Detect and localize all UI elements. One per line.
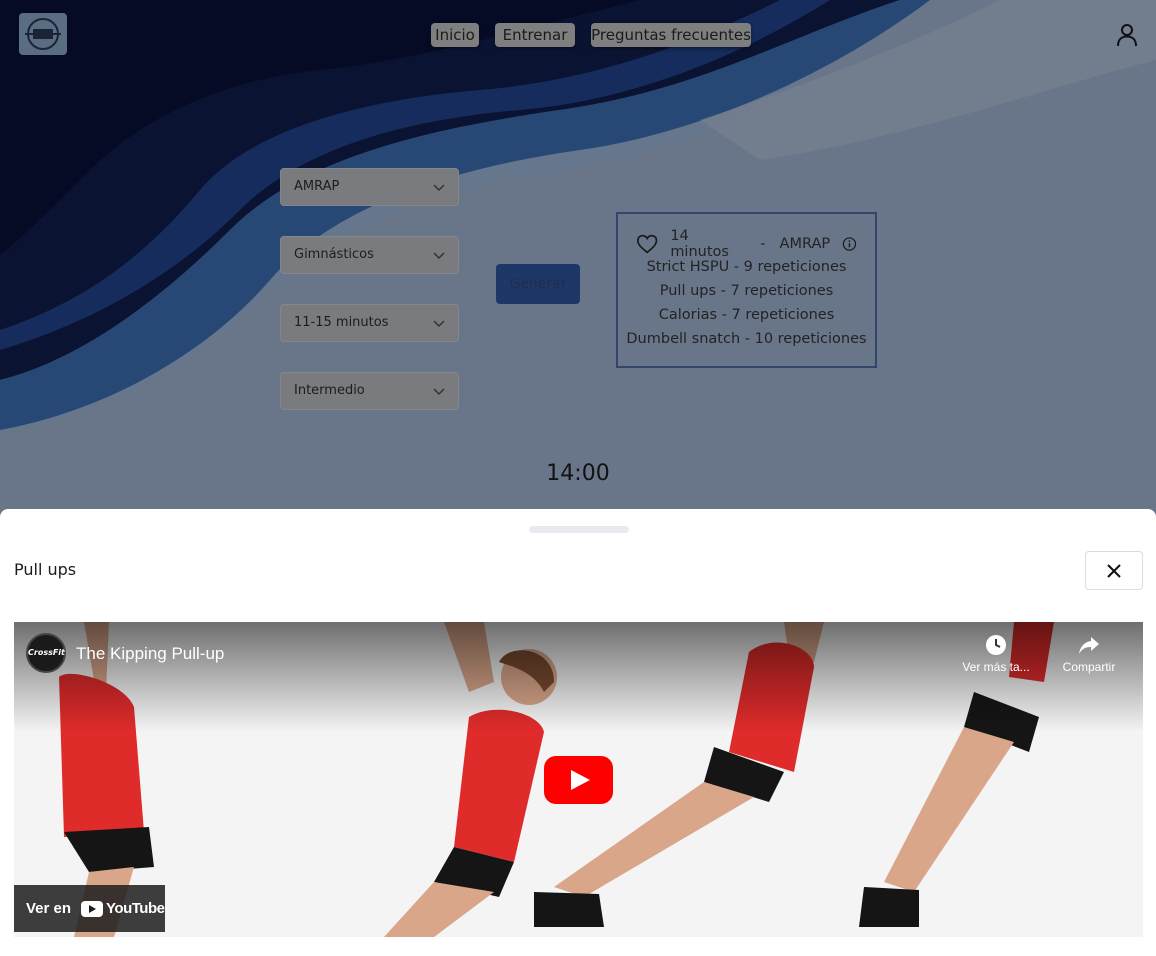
user-icon[interactable] bbox=[1114, 22, 1140, 48]
video-title[interactable]: The Kipping Pull-up bbox=[76, 644, 224, 664]
info-icon[interactable] bbox=[842, 236, 857, 252]
workout-duration: 14 minutos bbox=[670, 228, 729, 260]
share-icon bbox=[1079, 637, 1099, 654]
heart-icon[interactable] bbox=[636, 233, 658, 255]
youtube-logo-icon: YouTube bbox=[81, 900, 165, 917]
chevron-down-icon bbox=[433, 252, 445, 260]
clock-icon bbox=[986, 635, 1006, 655]
level-value: Intermedio bbox=[294, 383, 365, 398]
workout-header: 14 minutos - AMRAP bbox=[636, 228, 857, 260]
close-icon bbox=[1107, 563, 1121, 578]
workout-type: AMRAP bbox=[779, 236, 831, 252]
sheet-title: Pull ups bbox=[14, 560, 77, 579]
timer-display: 14:00 bbox=[546, 461, 610, 486]
exercise-item: Strict HSPU - 9 repeticiones bbox=[646, 259, 847, 275]
youtube-embed[interactable]: CrossFit The Kipping Pull-up Ver más ta.… bbox=[14, 622, 1143, 937]
nav-entrenar[interactable]: Entrenar bbox=[495, 23, 575, 47]
generate-button[interactable]: Generar bbox=[496, 264, 580, 304]
chevron-down-icon bbox=[433, 320, 445, 328]
exercise-item: Calorias - 7 repeticiones bbox=[658, 307, 835, 323]
youtube-wordmark: YouTube bbox=[106, 900, 165, 917]
workout-card: 14 minutos - AMRAP Strict HSPU - 9 repet… bbox=[616, 212, 877, 368]
chevron-down-icon bbox=[433, 184, 445, 192]
exercise-item: Dumbell snatch - 10 repeticiones bbox=[626, 331, 867, 347]
watch-later-label: Ver más ta... bbox=[962, 660, 1030, 674]
category-value: Gimnásticos bbox=[294, 247, 374, 262]
workout-separator: - bbox=[760, 236, 766, 252]
level-select[interactable]: Intermedio bbox=[280, 372, 459, 410]
sheet-drag-handle[interactable] bbox=[529, 526, 629, 533]
nav-inicio[interactable]: Inicio bbox=[431, 23, 479, 47]
nav-preguntas-frecuentes[interactable]: Preguntas frecuentes bbox=[591, 23, 751, 47]
site-logo[interactable] bbox=[19, 13, 67, 55]
duration-value: 11-15 minutos bbox=[294, 315, 389, 330]
exercise-item: Pull ups - 7 repeticiones bbox=[659, 283, 834, 299]
watch-later-button[interactable]: Ver más ta... bbox=[954, 634, 1038, 674]
exercise-bottom-sheet: Pull ups CrossFit The Kipping Pull-up Ve… bbox=[0, 509, 1156, 956]
watch-on-label: Ver en bbox=[26, 900, 72, 917]
duration-select[interactable]: 11-15 minutos bbox=[280, 304, 459, 342]
chevron-down-icon bbox=[433, 388, 445, 396]
share-label: Compartir bbox=[1062, 660, 1116, 674]
channel-avatar[interactable]: CrossFit bbox=[26, 633, 66, 673]
workout-type-select[interactable]: AMRAP bbox=[280, 168, 459, 206]
close-button[interactable] bbox=[1085, 551, 1143, 590]
watch-on-youtube-button[interactable]: Ver en YouTube bbox=[14, 885, 165, 932]
workout-type-value: AMRAP bbox=[294, 179, 340, 194]
share-button[interactable]: Compartir bbox=[1047, 634, 1131, 674]
logo-emblem-icon bbox=[25, 18, 61, 50]
youtube-play-icon[interactable] bbox=[544, 756, 613, 804]
category-select[interactable]: Gimnásticos bbox=[280, 236, 459, 274]
